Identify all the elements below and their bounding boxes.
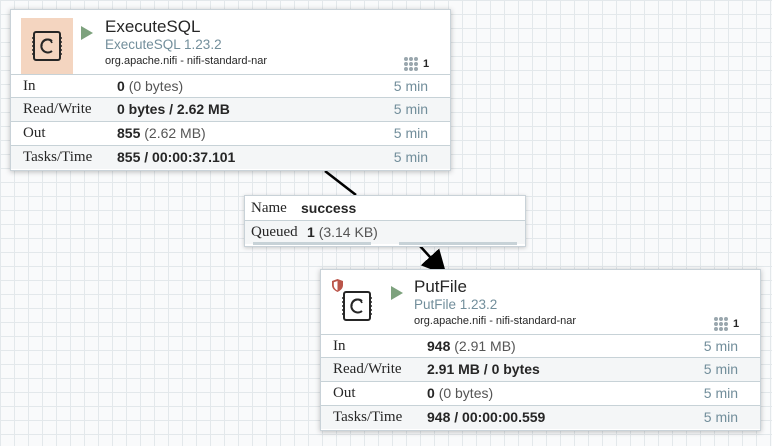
processor-icon-box bbox=[21, 18, 73, 74]
processor-bundle: org.apache.nifi - nifi-standard-nar bbox=[105, 55, 268, 67]
processor-header: PutFile PutFile 1.23.2 org.apache.nifi -… bbox=[321, 270, 760, 334]
stat-label: In bbox=[333, 338, 346, 354]
connection-label[interactable]: Name success Queued 1 (3.14 KB) bbox=[244, 195, 526, 247]
run-state-icon bbox=[391, 286, 403, 300]
processor-bundle: org.apache.nifi - nifi-standard-nar bbox=[414, 315, 577, 327]
connection-line-upper[interactable] bbox=[324, 170, 357, 196]
processor-executesql[interactable]: ExecuteSQL ExecuteSQL 1.23.2 org.apache.… bbox=[10, 9, 451, 171]
stat-row-out: Out 855 (2.62 MB) 5 min bbox=[11, 121, 450, 145]
stat-value: 2.91 MB / 0 bytes bbox=[427, 358, 540, 381]
connection-line-lower[interactable] bbox=[419, 245, 447, 276]
stat-label: Tasks/Time bbox=[333, 409, 403, 425]
stat-label: Read/Write bbox=[23, 101, 92, 117]
active-threads-icon bbox=[714, 317, 728, 331]
connection-queued-label: Queued bbox=[251, 224, 298, 240]
stat-label: Tasks/Time bbox=[23, 149, 93, 165]
processor-type: ExecuteSQL 1.23.2 bbox=[105, 37, 222, 52]
processor-type: PutFile 1.23.2 bbox=[414, 297, 498, 312]
processor-name: PutFile bbox=[414, 277, 467, 296]
stat-window: 5 min bbox=[703, 361, 738, 377]
stat-value: 855 (2.62 MB) bbox=[117, 122, 206, 145]
stat-label: Out bbox=[23, 125, 46, 141]
connection-name-row: Name success bbox=[245, 197, 525, 220]
stat-window: 5 min bbox=[703, 338, 738, 354]
stat-value: 0 (0 bytes) bbox=[427, 382, 493, 405]
stat-value: 0 (0 bytes) bbox=[117, 75, 183, 98]
stat-window: 5 min bbox=[703, 409, 738, 425]
stat-label: Out bbox=[333, 385, 356, 401]
stat-value-detail: (0 bytes) bbox=[438, 385, 494, 401]
stat-row-out: Out 0 (0 bytes) 5 min bbox=[321, 381, 760, 405]
stat-window: 5 min bbox=[393, 78, 428, 94]
connection-name-label: Name bbox=[251, 200, 287, 216]
stat-row-read-write: Read/Write 2.91 MB / 0 bytes 5 min bbox=[321, 357, 760, 381]
run-state-icon bbox=[81, 26, 93, 40]
stat-value-detail: (2.91 MB) bbox=[454, 338, 516, 354]
processor-putfile[interactable]: PutFile PutFile 1.23.2 org.apache.nifi -… bbox=[320, 269, 761, 431]
queued-count: 1 bbox=[307, 224, 315, 240]
active-threads-icon bbox=[404, 57, 418, 71]
stat-value-primary: 855 / 00:00:37.101 bbox=[117, 149, 236, 165]
queue-size-progress bbox=[399, 242, 517, 245]
connection-name: success bbox=[301, 200, 357, 216]
stat-value: 0 bytes / 2.62 MB bbox=[117, 98, 230, 121]
active-threads-badge: 1 bbox=[713, 316, 739, 332]
connection-queued-row: Queued 1 (3.14 KB) bbox=[245, 220, 525, 244]
stat-row-read-write: Read/Write 0 bytes / 2.62 MB 5 min bbox=[11, 97, 450, 121]
stat-value: 855 / 00:00:37.101 bbox=[117, 146, 235, 169]
processor-icon-box bbox=[331, 278, 383, 334]
processor-header: ExecuteSQL ExecuteSQL 1.23.2 org.apache.… bbox=[11, 10, 450, 74]
stat-window: 5 min bbox=[703, 385, 738, 401]
stat-value-detail: (2.62 MB) bbox=[144, 125, 206, 141]
processor-icon bbox=[342, 291, 372, 321]
queued-size: (3.14 KB) bbox=[318, 224, 378, 240]
active-threads-badge: 1 bbox=[403, 56, 429, 72]
stat-value-primary: 948 bbox=[427, 338, 451, 354]
stat-label: In bbox=[23, 78, 36, 94]
processor-icon bbox=[32, 31, 62, 61]
stat-window: 5 min bbox=[393, 149, 428, 165]
active-threads-count: 1 bbox=[733, 318, 740, 330]
stat-window: 5 min bbox=[393, 101, 428, 117]
queue-count-progress bbox=[253, 242, 371, 245]
stat-value-primary: 0 bbox=[117, 78, 125, 94]
active-threads-count: 1 bbox=[423, 58, 430, 70]
connection-queued-value: 1 (3.14 KB) bbox=[307, 221, 378, 244]
stat-row-tasks-time: Tasks/Time 948 / 00:00:00.559 5 min bbox=[321, 405, 760, 429]
stat-value-primary: 2.91 MB / 0 bytes bbox=[427, 361, 540, 377]
stat-row-in: In 948 (2.91 MB) 5 min bbox=[321, 334, 760, 358]
stat-label: Read/Write bbox=[333, 361, 402, 377]
restricted-shield-icon bbox=[332, 279, 343, 292]
stat-row-in: In 0 (0 bytes) 5 min bbox=[11, 74, 450, 98]
stat-value-primary: 948 / 00:00:00.559 bbox=[427, 409, 546, 425]
stat-value-primary: 0 bbox=[427, 385, 435, 401]
stat-value-detail: (0 bytes) bbox=[128, 78, 184, 94]
processor-name: ExecuteSQL bbox=[105, 17, 201, 36]
stat-value-primary: 855 bbox=[117, 125, 141, 141]
stat-value: 948 / 00:00:00.559 bbox=[427, 406, 545, 429]
stat-row-tasks-time: Tasks/Time 855 / 00:00:37.101 5 min bbox=[11, 145, 450, 169]
stat-window: 5 min bbox=[393, 125, 428, 141]
stat-value: 948 (2.91 MB) bbox=[427, 335, 516, 358]
stat-value-primary: 0 bytes / 2.62 MB bbox=[117, 101, 230, 117]
